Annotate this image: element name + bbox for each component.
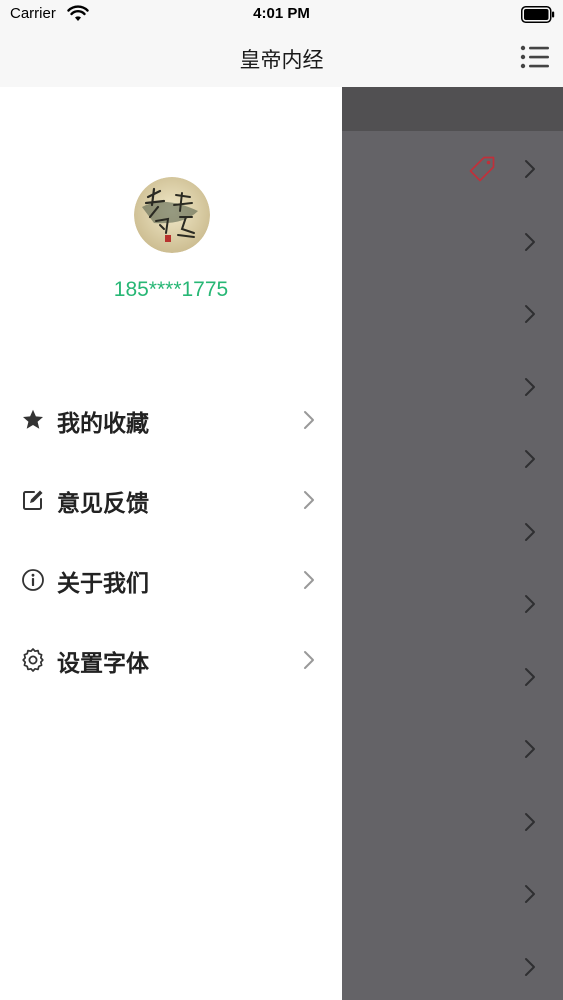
star-icon	[23, 409, 43, 429]
book-cover-avatar	[134, 177, 210, 253]
list-row[interactable]	[342, 930, 563, 1000]
chevron-right-icon	[304, 571, 314, 589]
menu-item-label: 设置字体	[57, 651, 149, 677]
list-row[interactable]	[342, 567, 563, 639]
chevron-right-icon	[525, 522, 535, 541]
chevron-right-icon	[525, 885, 535, 903]
side-drawer: 185****1775 我的收藏 意见反馈 关于我们 设置字体	[0, 87, 342, 1000]
battery-icon	[521, 6, 555, 23]
list-row[interactable]	[342, 205, 563, 277]
gear-icon	[22, 648, 44, 672]
chevron-right-icon	[525, 595, 535, 613]
chevron-right-icon	[525, 667, 535, 686]
list-row[interactable]	[342, 857, 563, 929]
chevron-right-icon	[304, 651, 314, 669]
status-time: 4:01 PM	[253, 5, 310, 22]
phone-number: 185****1775	[113, 278, 229, 301]
list-row[interactable]	[342, 785, 563, 857]
tag-icon	[469, 156, 495, 182]
menu-item-label: 意见反馈	[57, 491, 149, 517]
navigation-bar: 皇帝内经	[0, 30, 563, 87]
chevron-right-icon	[525, 812, 535, 831]
chevron-right-icon	[525, 957, 535, 976]
list-row[interactable]	[342, 422, 563, 494]
list-row[interactable]	[342, 712, 563, 784]
menu-item-label: 关于我们	[57, 571, 149, 597]
status-bar: Carrier 4:01 PM	[0, 0, 563, 30]
dimmed-list-overlay[interactable]	[342, 87, 563, 1000]
chevron-right-icon	[525, 232, 535, 251]
chevron-right-icon	[525, 450, 535, 468]
menu-item-font-settings[interactable]: 设置字体	[0, 623, 342, 703]
menu-item-feedback[interactable]: 意见反馈	[0, 463, 342, 543]
list-row[interactable]	[342, 277, 563, 349]
list-row[interactable]	[342, 495, 563, 567]
chevron-right-icon	[525, 305, 535, 323]
menu-item-label: 我的收藏	[57, 411, 149, 437]
list-row[interactable]	[342, 350, 563, 422]
list-row[interactable]	[342, 132, 563, 204]
chevron-right-icon	[304, 411, 314, 429]
info-icon	[22, 569, 44, 591]
page-title: 皇帝内经	[239, 48, 324, 72]
chevron-right-icon	[525, 377, 535, 396]
list-menu-icon[interactable]	[519, 42, 551, 72]
list-row[interactable]	[342, 640, 563, 712]
chevron-right-icon	[304, 491, 314, 509]
avatar[interactable]	[134, 177, 210, 253]
chevron-right-icon	[525, 740, 535, 758]
list-header-bar	[342, 87, 563, 131]
menu-item-favorites[interactable]: 我的收藏	[0, 383, 342, 463]
chevron-right-icon	[525, 160, 535, 178]
edit-icon	[23, 490, 43, 510]
menu-item-about[interactable]: 关于我们	[0, 543, 342, 623]
